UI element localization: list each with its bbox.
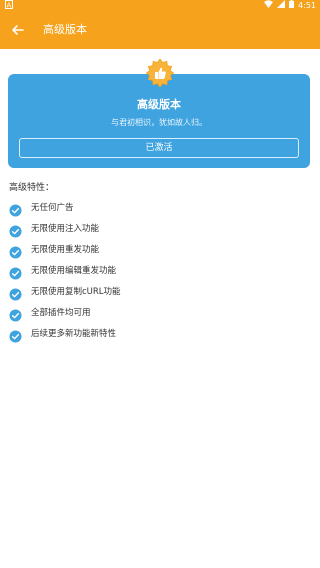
status-time: 4:51 bbox=[298, 1, 316, 10]
list-item: 无限使用编辑重发功能 bbox=[0, 261, 320, 282]
list-item: 后续更多新功能新特性 bbox=[0, 324, 320, 345]
feature-label: 无限使用注入功能 bbox=[31, 224, 100, 234]
check-circle-icon bbox=[9, 307, 22, 322]
thumbs-up-badge-icon bbox=[145, 58, 175, 88]
check-circle-icon bbox=[9, 244, 22, 259]
feature-label: 后续更多新功能新特性 bbox=[31, 329, 117, 339]
list-item: 无限使用重发功能 bbox=[0, 240, 320, 261]
signal-icon bbox=[277, 0, 286, 11]
list-item: 全部插件均可用 bbox=[0, 303, 320, 324]
list-item: 无限使用注入功能 bbox=[0, 219, 320, 240]
check-circle-icon bbox=[9, 223, 22, 238]
app-bar: 高级版本 bbox=[0, 11, 320, 49]
page-title: 高级版本 bbox=[43, 23, 87, 36]
check-circle-icon bbox=[9, 286, 22, 301]
premium-card-subtitle: 与君初相识，犹如故人归。 bbox=[111, 118, 207, 127]
list-item: 无任何广告 bbox=[0, 198, 320, 219]
wifi-icon bbox=[264, 0, 274, 11]
feature-label: 无限使用重发功能 bbox=[31, 245, 100, 255]
feature-label: 无限使用编辑重发功能 bbox=[31, 266, 117, 276]
feature-list: 无任何广告 无限使用注入功能 无限使用重发功能 无限使用编辑重发功能 无限使用复… bbox=[0, 198, 320, 345]
svg-text:A: A bbox=[7, 2, 12, 10]
feature-label: 无任何广告 bbox=[31, 203, 74, 213]
activated-button[interactable]: 已激活 bbox=[19, 138, 299, 158]
status-bar: A 4:51 bbox=[0, 0, 320, 11]
arrow-left-icon[interactable] bbox=[8, 20, 28, 40]
feature-label: 无限使用复制cURL功能 bbox=[31, 287, 121, 297]
premium-card: 高级版本 与君初相识，犹如故人归。 已激活 bbox=[8, 74, 310, 168]
check-circle-icon bbox=[9, 202, 22, 217]
feature-label: 全部插件均可用 bbox=[31, 308, 91, 318]
premium-card-title: 高级版本 bbox=[137, 98, 181, 111]
list-item: 无限使用复制cURL功能 bbox=[0, 282, 320, 303]
status-icons: 4:51 bbox=[264, 0, 316, 11]
battery-icon bbox=[289, 0, 295, 11]
check-circle-icon bbox=[9, 328, 22, 343]
check-circle-icon bbox=[9, 265, 22, 280]
features-title: 高级特性： bbox=[9, 183, 55, 193]
